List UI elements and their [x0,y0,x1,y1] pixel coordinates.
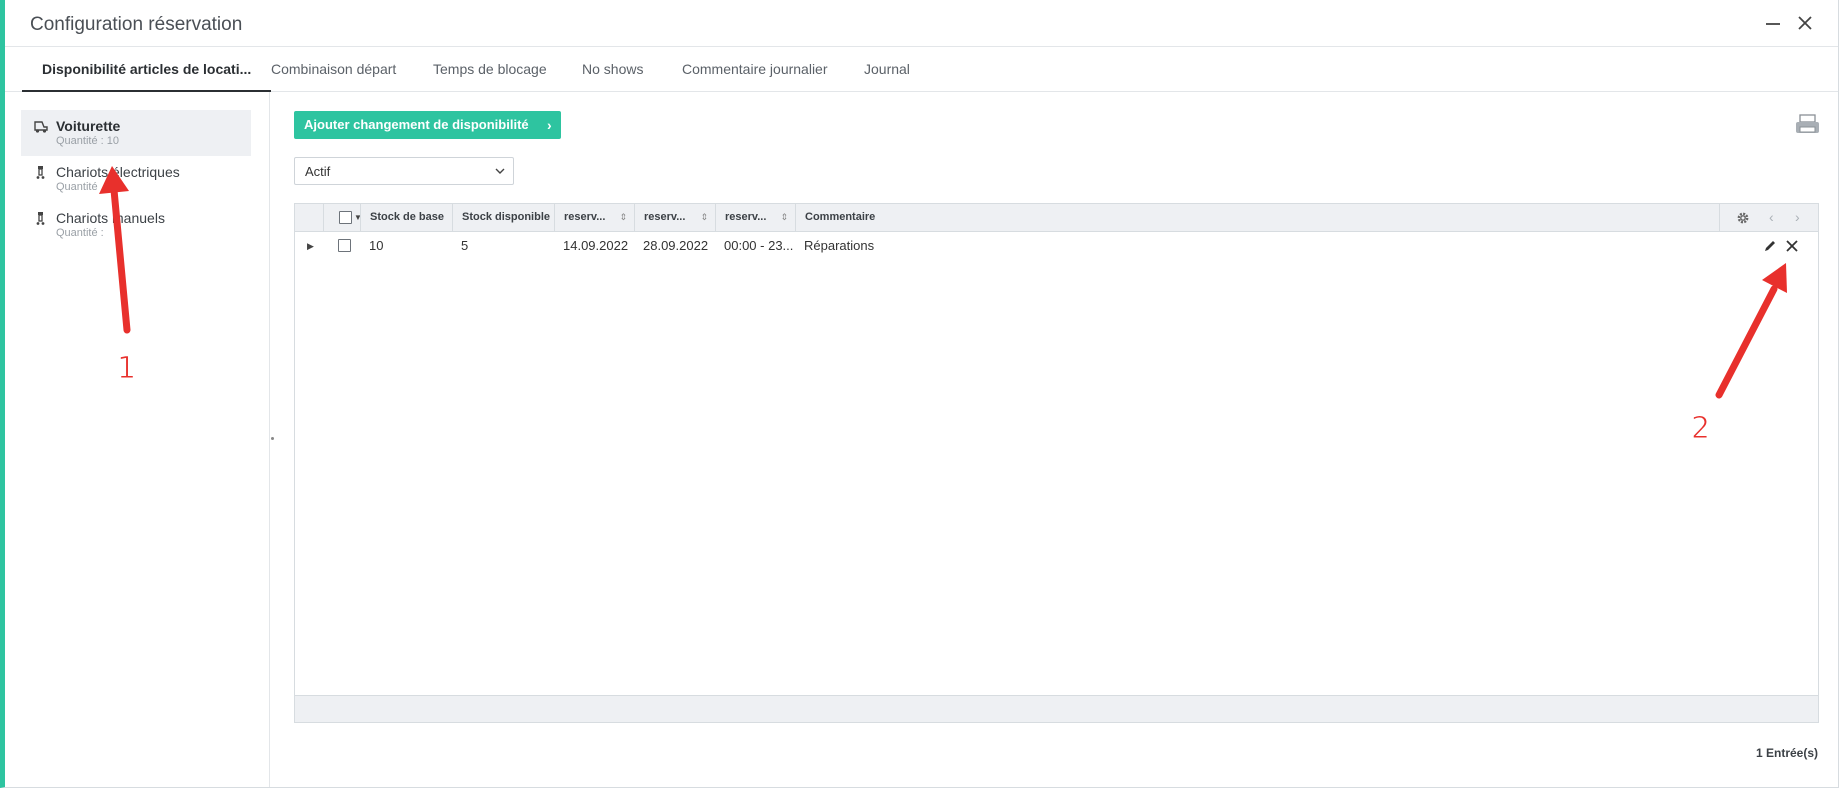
splitter-handle[interactable] [271,437,274,440]
sidebar-item-label: Chariots manuels [56,210,165,226]
add-button-label: Ajouter changement de disponibilité [304,117,529,132]
pencil-icon[interactable] [1763,239,1777,253]
select-all-header: ▼ [323,204,360,232]
sidebar-item-chariots-manuels[interactable]: Chariots manuels Quantité : [21,202,251,248]
column-reservation-start[interactable]: reserv... ⇕ [554,204,634,232]
sort-icon[interactable]: ⇕ [780,204,788,231]
chevron-down-icon [495,168,505,174]
entries-count: 1 Entrée(s) [1756,746,1819,760]
column-label: reserv... [564,211,606,223]
cell-commentaire: Réparations [804,238,875,253]
trolley-icon [36,166,45,179]
grid-footer [295,695,1818,722]
tab-temps-de-blocage[interactable]: Temps de blocage [433,47,547,92]
grid-header-tools: ‹ › [1719,204,1820,232]
tab-no-shows[interactable]: No shows [582,47,643,92]
sidebar-item-quantity: Quantité : 10 [56,135,119,147]
column-reservation-end[interactable]: reserv... ⇕ [634,204,715,232]
sidebar-item-chariots-electriques[interactable]: Chariots électriques Quantité [21,156,251,202]
column-commentaire[interactable]: Commentaire [795,204,1719,232]
minimize-icon[interactable] [1762,12,1784,34]
printer-icon[interactable] [1795,114,1820,136]
close-icon[interactable] [1794,12,1816,34]
table-row[interactable]: ▶ 10 5 14.09.2022 28.09.2022 00:00 - 23.… [295,232,1818,260]
tab-journal[interactable]: Journal [864,47,910,92]
sort-icon[interactable]: ⇕ [700,204,708,231]
title-bar: Configuration réservation [5,0,1838,47]
chevron-right-icon: › [546,117,552,133]
gear-icon[interactable] [1736,211,1750,225]
trolley-icon [36,212,45,225]
cell-stock-disponible: 5 [461,238,469,253]
cell-reservation-end: 28.09.2022 [643,238,709,253]
column-reservation-time[interactable]: reserv... ⇕ [715,204,795,232]
golf-cart-icon [34,121,48,133]
add-availability-change-button[interactable]: Ajouter changement de disponibilité › [294,111,561,139]
sidebar-item-quantity: Quantité [56,181,98,193]
column-stock-base[interactable]: Stock de base [360,204,452,232]
chevron-left-icon[interactable]: ‹ [1769,204,1774,231]
status-filter-select[interactable]: Actif [294,157,514,185]
chevron-right-icon[interactable]: › [1795,204,1800,231]
sidebar-item-voiturette[interactable]: Voiturette Quantité : 10 [21,110,251,156]
dialog-window: Configuration réservation Disponibilité … [0,0,1839,788]
cell-reservation-time: 00:00 - 23... [724,238,794,253]
select-all-checkbox[interactable] [339,211,352,224]
column-stock-disponible[interactable]: Stock disponible [452,204,554,232]
sidebar-item-label: Voiturette [56,118,121,134]
expand-row-icon[interactable]: ▶ [307,232,314,260]
availability-grid: ▼ Stock de base Stock disponible reserv.… [294,203,1819,723]
column-label: reserv... [725,211,767,223]
grid-header: ▼ Stock de base Stock disponible reserv.… [295,204,1818,232]
sidebar: Voiturette Quantité : 10 Chariots électr… [5,92,270,787]
tab-combinaison-depart[interactable]: Combinaison départ [271,47,396,92]
cell-reservation-start: 14.09.2022 [563,238,629,253]
tab-commentaire-journalier[interactable]: Commentaire journalier [682,47,828,92]
status-filter-value: Actif [305,164,331,179]
window-title: Configuration réservation [30,14,243,35]
column-label: reserv... [644,211,686,223]
row-checkbox[interactable] [338,239,351,252]
tab-disponibilite[interactable]: Disponibilité articles de locati... [22,47,272,92]
cell-stock-base: 10 [369,238,384,253]
sort-icon[interactable]: ⇕ [619,204,627,231]
close-icon[interactable] [1785,239,1799,253]
sidebar-item-label: Chariots électriques [56,164,180,180]
tab-bar: Disponibilité articles de locati... Comb… [5,47,1838,92]
sidebar-item-quantity: Quantité : [56,227,104,239]
